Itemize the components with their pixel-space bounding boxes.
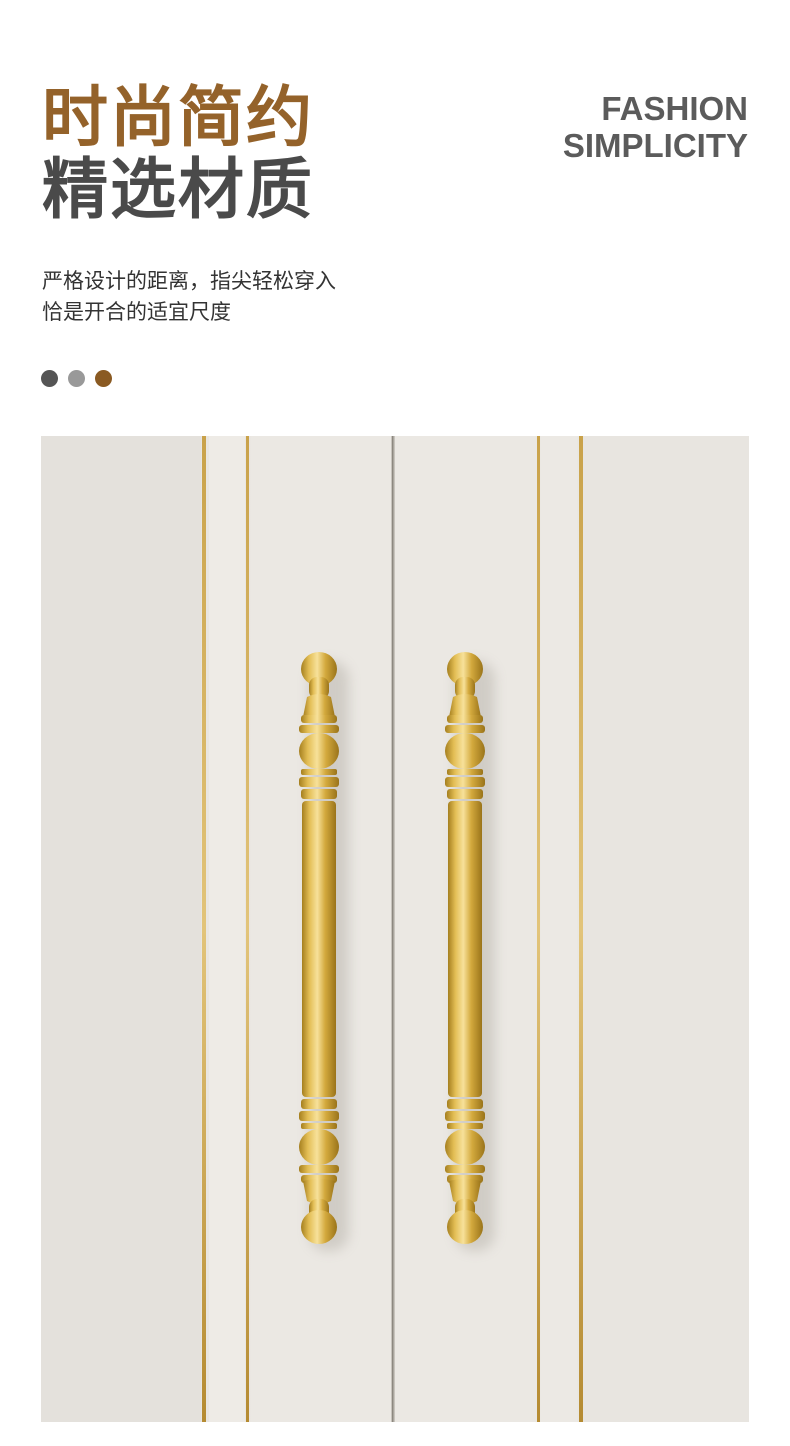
color-swatch-light-gray[interactable]: [68, 370, 85, 387]
title-line-1: 时尚简约: [42, 79, 314, 156]
color-swatch-dark-gray[interactable]: [41, 370, 58, 387]
description-line-2: 恰是开合的适宜尺度: [42, 300, 231, 324]
product-photo: [41, 436, 749, 1422]
title-line-2: 精选材质: [42, 151, 314, 228]
color-swatch-bronze[interactable]: [95, 370, 112, 387]
title-en-line-2: SIMPLICITY: [562, 127, 748, 164]
page-title-en: FASHION SIMPLICITY: [563, 90, 748, 164]
title-en-line-1: FASHION: [601, 90, 748, 127]
product-description: 严格设计的距离，指尖轻松穿入 恰是开合的适宜尺度: [42, 266, 336, 328]
page-title-cn: 时尚简约 精选材质: [42, 82, 314, 226]
color-swatch-group: [41, 370, 112, 387]
description-line-1: 严格设计的距离，指尖轻松穿入: [42, 269, 336, 293]
